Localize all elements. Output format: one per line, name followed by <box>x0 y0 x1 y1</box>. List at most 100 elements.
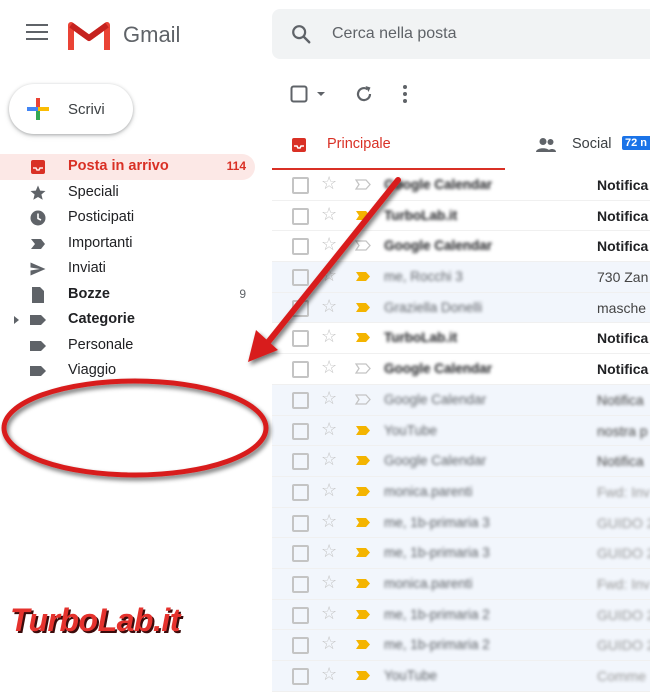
importance-marker-icon[interactable] <box>355 240 371 252</box>
row-checkbox[interactable] <box>292 606 309 624</box>
email-row[interactable]: ☆ YouTube nostra p <box>272 415 650 447</box>
email-row[interactable]: ☆ YouTube Comme <box>272 661 650 692</box>
sidebar-item-starred[interactable]: Speciali <box>0 180 255 206</box>
email-sender: monica.parenti <box>384 483 473 499</box>
row-checkbox[interactable] <box>292 391 309 409</box>
email-row[interactable]: ☆ me, 1b-primaria 3 GUIDO 2 <box>272 538 650 569</box>
sidebar-item-travel[interactable]: Viaggio <box>0 358 255 384</box>
compose-button[interactable]: Scrivi <box>9 84 133 134</box>
importance-marker-icon[interactable] <box>355 210 371 221</box>
star-outline-icon[interactable]: ☆ <box>321 481 337 499</box>
email-subject: Notifica <box>597 330 649 347</box>
row-checkbox[interactable] <box>292 483 309 501</box>
refresh-icon[interactable] <box>354 84 374 104</box>
email-row[interactable]: ☆ monica.parenti Fwd: Inv <box>272 476 650 508</box>
email-row[interactable]: ☆ me, 1b-primaria 2 GUIDO 2 <box>272 599 650 631</box>
importance-marker-icon[interactable] <box>355 547 371 558</box>
email-subject: nostra p <box>597 422 648 439</box>
importance-marker-icon[interactable] <box>355 486 371 497</box>
email-row[interactable]: ☆ me, Rocchi 3 730 Zan <box>272 262 650 293</box>
sidebar-item-personal[interactable]: Personale <box>0 333 255 359</box>
email-subject: Comme <box>597 668 647 684</box>
email-sender: me, 1b-primaria 3 <box>384 545 490 561</box>
importance-marker-icon[interactable] <box>355 639 371 650</box>
sidebar-item-snoozed[interactable]: Posticipati <box>0 205 255 231</box>
search-bar[interactable]: Cerca nella posta <box>272 9 650 59</box>
draft-icon <box>32 286 44 303</box>
email-row[interactable]: ☆ TurboLab.it Notifica <box>272 323 650 355</box>
main-menu-icon[interactable] <box>26 24 48 42</box>
star-outline-icon[interactable]: ☆ <box>321 634 337 652</box>
row-checkbox[interactable] <box>292 330 309 348</box>
importance-marker-icon[interactable] <box>355 179 371 190</box>
email-sender: Google Calendar <box>384 361 493 377</box>
sidebar-item-important[interactable]: Importanti <box>0 231 255 257</box>
importance-marker-icon[interactable] <box>355 578 371 589</box>
row-checkbox[interactable] <box>292 238 309 256</box>
email-row[interactable]: ☆ Google Calendar Notifica <box>272 231 650 263</box>
email-row[interactable]: ☆ Google Calendar Notifica <box>272 446 650 477</box>
row-checkbox[interactable] <box>292 637 309 655</box>
star-outline-icon[interactable]: ☆ <box>321 327 337 345</box>
row-checkbox[interactable] <box>292 453 309 471</box>
email-row[interactable]: ☆ Google Calendar Notifica <box>272 354 650 385</box>
row-checkbox[interactable] <box>292 269 309 287</box>
row-checkbox[interactable] <box>292 299 309 317</box>
expand-arrow-icon[interactable] <box>13 315 20 325</box>
star-outline-icon[interactable]: ☆ <box>321 174 337 192</box>
star-outline-icon[interactable]: ☆ <box>321 266 337 284</box>
importance-marker-icon[interactable] <box>355 670 371 681</box>
row-checkbox[interactable] <box>292 668 309 685</box>
importance-marker-icon[interactable] <box>355 425 371 436</box>
email-subject: masche <box>597 299 647 316</box>
star-outline-icon[interactable]: ☆ <box>321 389 337 407</box>
email-row[interactable]: ☆ Google Calendar Notifica <box>272 384 650 416</box>
email-row[interactable]: ☆ me, 1b-primaria 2 GUIDO 2 <box>272 630 650 661</box>
star-outline-icon[interactable]: ☆ <box>321 573 337 591</box>
email-row[interactable]: ☆ TurboLab.it Notifica <box>272 200 650 232</box>
row-checkbox[interactable] <box>292 207 309 225</box>
row-checkbox[interactable] <box>292 361 309 379</box>
star-outline-icon[interactable]: ☆ <box>321 450 337 468</box>
star-outline-icon[interactable]: ☆ <box>321 235 337 253</box>
email-sender: me, 1b-primaria 2 <box>384 606 490 622</box>
sidebar-item-categories[interactable]: Categorie <box>0 307 255 333</box>
importance-marker-icon[interactable] <box>355 394 371 405</box>
star-outline-icon[interactable]: ☆ <box>321 542 337 560</box>
chevron-down-icon[interactable] <box>316 91 326 97</box>
more-options-icon[interactable] <box>402 84 408 104</box>
importance-marker-icon[interactable] <box>355 332 371 343</box>
star-outline-icon[interactable]: ☆ <box>321 665 337 683</box>
tab-principale[interactable]: Principale <box>272 120 505 171</box>
star-outline-icon[interactable]: ☆ <box>321 205 337 223</box>
importance-marker-icon[interactable] <box>355 455 371 466</box>
importance-marker-icon[interactable] <box>355 363 371 374</box>
star-outline-icon[interactable]: ☆ <box>321 297 337 315</box>
importance-marker-icon[interactable] <box>355 271 371 282</box>
importance-marker-icon[interactable] <box>355 609 371 620</box>
row-checkbox[interactable] <box>292 575 309 593</box>
row-checkbox[interactable] <box>292 177 309 194</box>
star-outline-icon[interactable]: ☆ <box>321 358 337 376</box>
importance-marker-icon[interactable] <box>355 302 371 313</box>
email-row[interactable]: ☆ Graziella Donelli masche <box>272 292 650 324</box>
star-outline-icon[interactable]: ☆ <box>321 512 337 530</box>
drafts-count: 9 <box>239 286 246 301</box>
email-row[interactable]: ☆ monica.parenti Fwd: Inv <box>272 568 650 600</box>
email-row[interactable]: ☆ Google Calendar Notifica <box>272 170 650 201</box>
search-icon[interactable] <box>290 23 312 45</box>
star-outline-icon[interactable]: ☆ <box>321 604 337 622</box>
row-checkbox[interactable] <box>292 514 309 532</box>
email-sender: Google Calendar <box>384 177 493 192</box>
search-input[interactable]: Cerca nella posta <box>332 25 457 43</box>
email-row[interactable]: ☆ me, 1b-primaria 3 GUIDO 2 <box>272 507 650 539</box>
row-checkbox[interactable] <box>292 422 309 440</box>
star-outline-icon[interactable]: ☆ <box>321 420 337 438</box>
sidebar-item-sent[interactable]: Inviati <box>0 256 255 282</box>
gmail-logo-icon[interactable] <box>68 20 110 50</box>
sidebar-item-inbox[interactable]: Posta in arrivo 114 <box>0 154 255 180</box>
importance-marker-icon[interactable] <box>355 517 371 528</box>
sidebar-item-drafts[interactable]: Bozze 9 <box>0 282 255 308</box>
select-all-checkbox[interactable] <box>290 85 308 103</box>
row-checkbox[interactable] <box>292 545 309 563</box>
